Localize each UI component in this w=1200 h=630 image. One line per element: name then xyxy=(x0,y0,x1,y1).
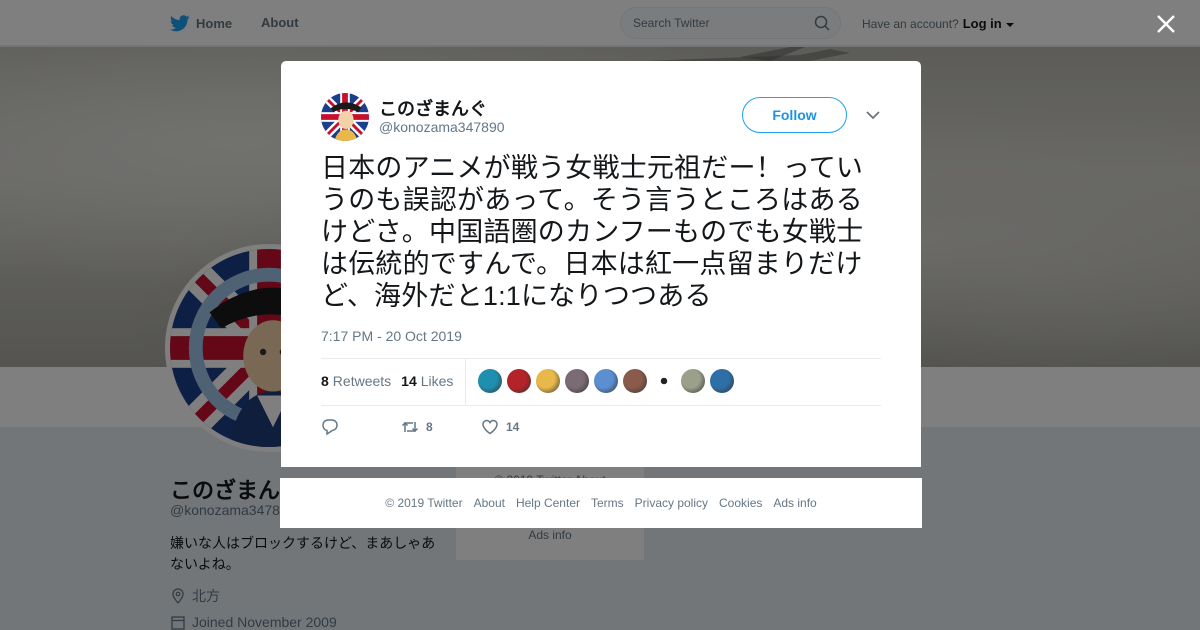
retweets-stat[interactable]: 8 Retweets xyxy=(321,373,391,389)
liker-avatar[interactable] xyxy=(623,369,647,393)
divider xyxy=(321,358,881,359)
footer-cookies-link[interactable]: Cookies xyxy=(719,496,762,510)
tweet-timestamp[interactable]: 7:17 PM - 20 Oct 2019 xyxy=(321,328,462,344)
close-icon[interactable] xyxy=(1156,14,1176,34)
retweet-count: 8 xyxy=(426,420,433,434)
liker-avatar[interactable] xyxy=(536,369,560,393)
retweets-label: Retweets xyxy=(332,373,392,389)
author-handle[interactable]: @konozama347890 xyxy=(379,119,505,135)
tweet-stats: 8 Retweets 14 Likes xyxy=(321,373,453,389)
chevron-down-icon[interactable] xyxy=(866,110,880,120)
liker-avatar[interactable] xyxy=(478,369,502,393)
divider xyxy=(321,405,881,406)
heart-icon xyxy=(482,419,498,435)
liker-avatar[interactable] xyxy=(565,369,589,393)
tweet-permalink-modal: このざまんぐ @konozama347890 Follow 日本のアニメが戦う女… xyxy=(281,61,921,467)
liker-avatar[interactable] xyxy=(652,369,676,393)
follow-button[interactable]: Follow xyxy=(742,97,847,133)
liker-avatar[interactable] xyxy=(710,369,734,393)
liker-avatar[interactable] xyxy=(507,369,531,393)
like-count: 14 xyxy=(506,420,520,434)
reply-icon xyxy=(322,419,338,436)
retweet-button[interactable]: 8 xyxy=(401,418,481,436)
author-avatar[interactable] xyxy=(321,93,369,141)
liker-avatar[interactable] xyxy=(681,369,705,393)
footer-privacy-link[interactable]: Privacy policy xyxy=(635,496,708,510)
retweets-count: 8 xyxy=(321,373,329,389)
retweet-icon xyxy=(401,421,419,433)
avatar-portrait-icon xyxy=(321,93,369,141)
liker-avatar[interactable] xyxy=(594,369,618,393)
likes-label: Likes xyxy=(420,373,454,389)
like-button[interactable]: 14 xyxy=(481,418,519,436)
footer-ads-link[interactable]: Ads info xyxy=(773,496,816,510)
footer-terms-link[interactable]: Terms xyxy=(591,496,624,510)
tweet-text: 日本のアニメが戦う女戦士元祖だー！っていうのも誤認があって。そう言うところはある… xyxy=(321,153,864,311)
author-name[interactable]: このざまんぐ xyxy=(379,95,487,121)
reply-button[interactable] xyxy=(321,418,401,436)
tweet-actions: 8 14 xyxy=(321,418,519,436)
modal-footer: © 2019 Twitter About Help Center Terms P… xyxy=(280,478,922,528)
likes-count: 14 xyxy=(401,373,417,389)
likes-stat[interactable]: 14 Likes xyxy=(401,373,453,389)
footer-help-link[interactable]: Help Center xyxy=(516,496,580,510)
footer-about-link[interactable]: About xyxy=(474,496,505,510)
likers-avatar-list xyxy=(478,369,734,393)
footer-copyright: © 2019 Twitter xyxy=(385,496,463,510)
stats-divider xyxy=(465,359,466,405)
